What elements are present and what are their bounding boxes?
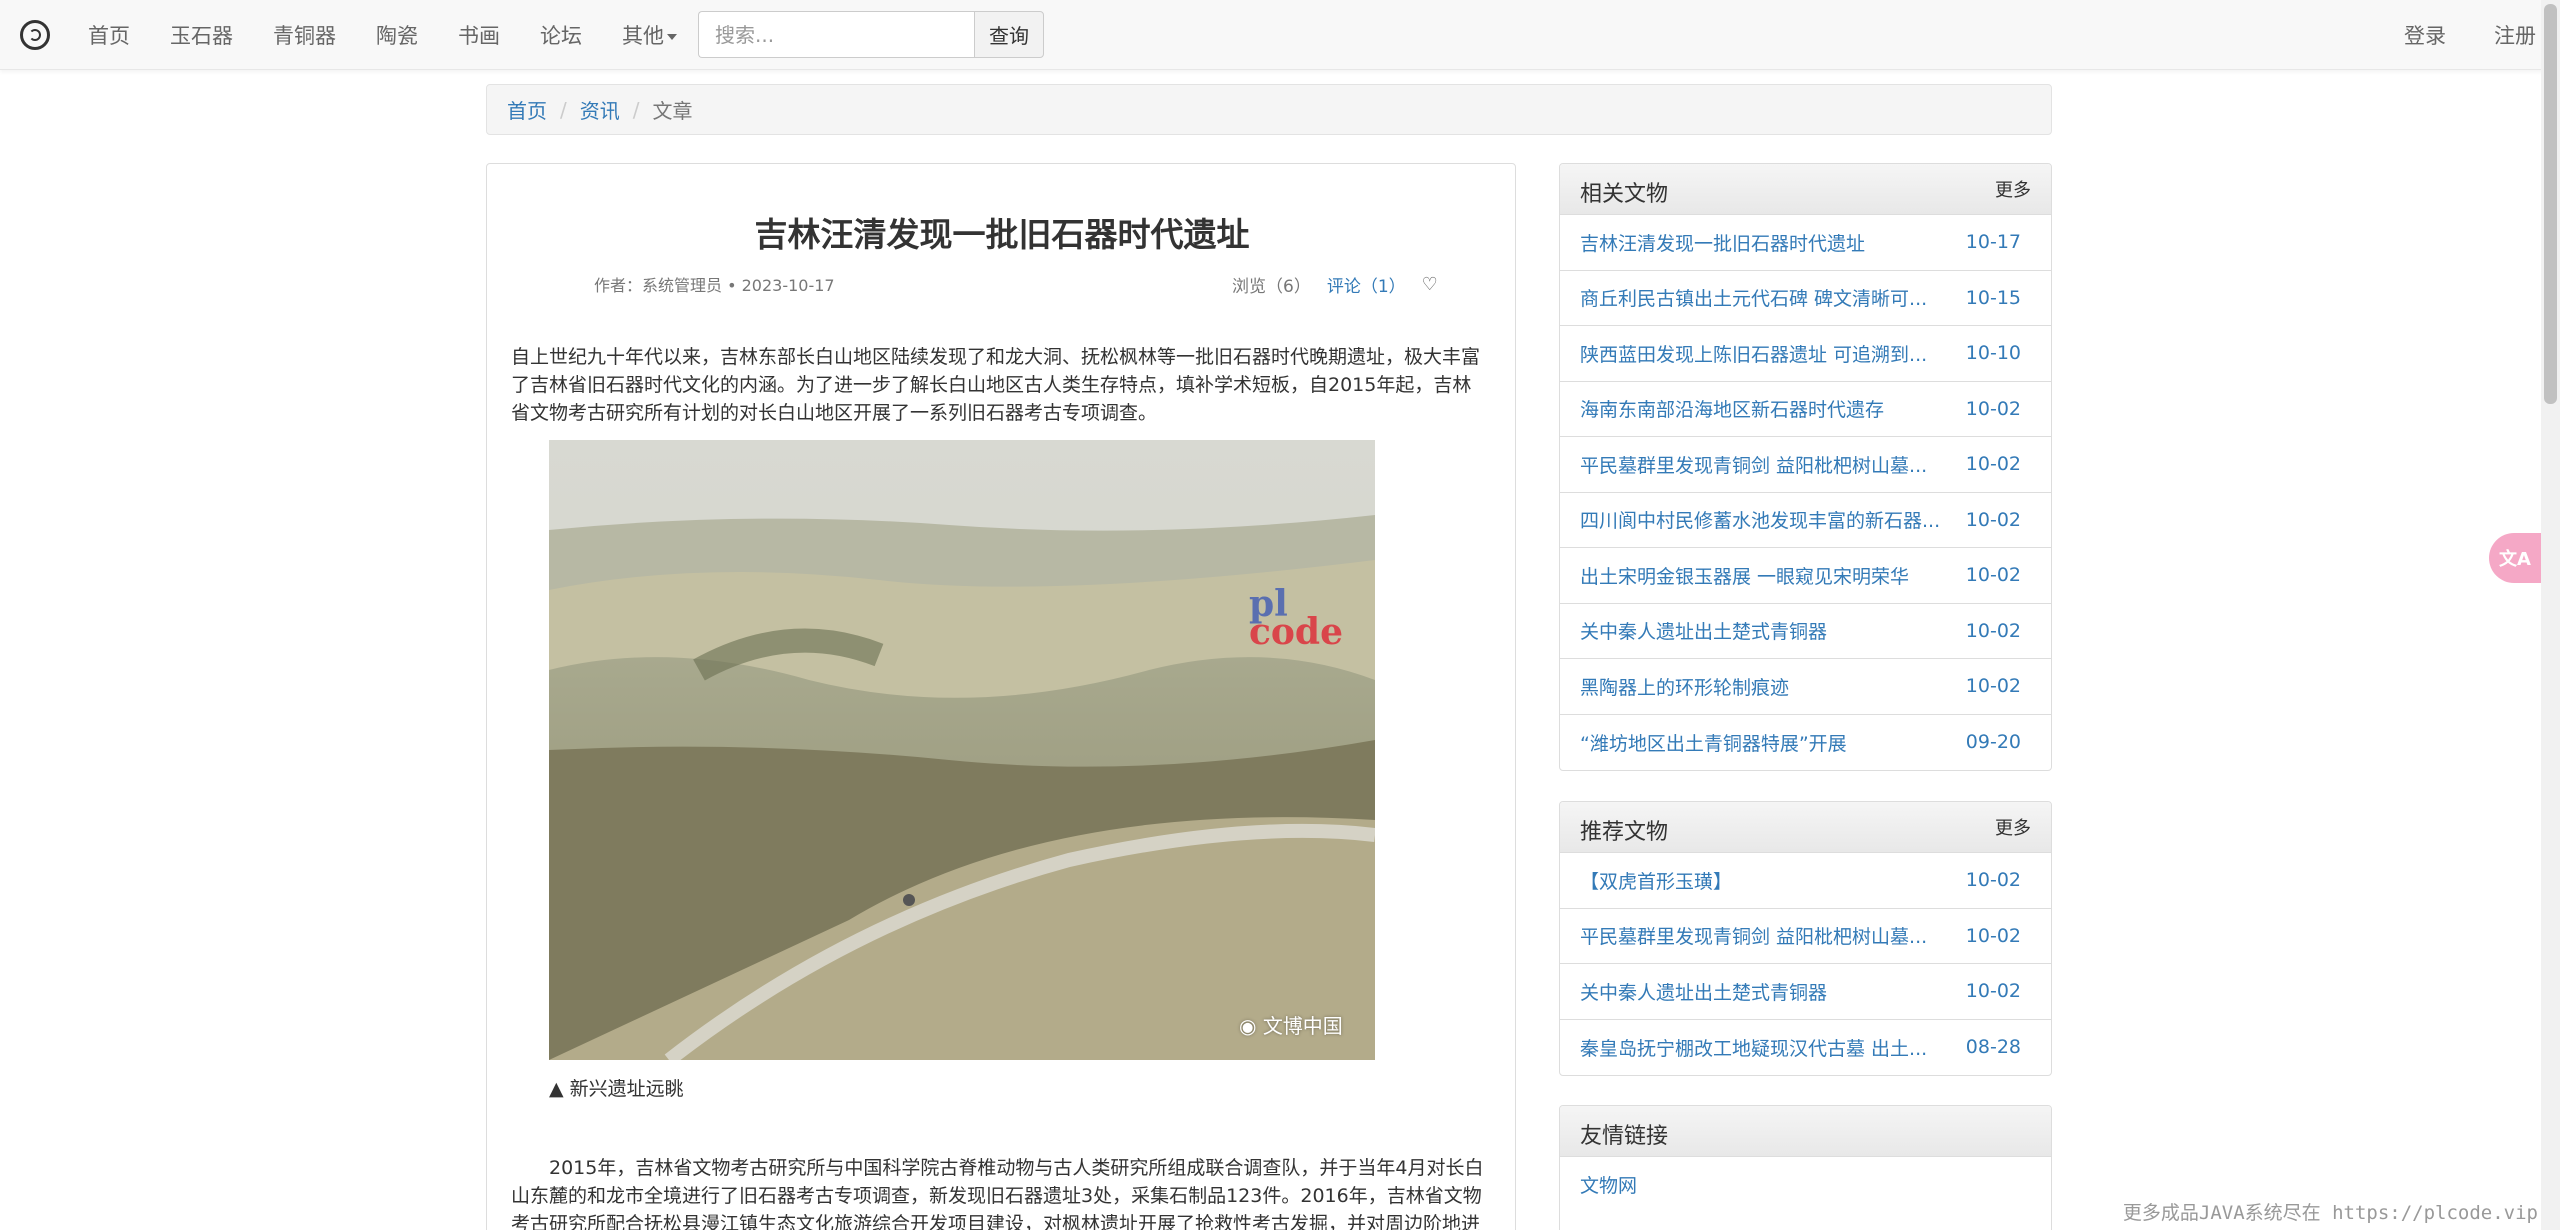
article-photo: pl code ◉ 文博中国: [549, 440, 1375, 1060]
photo-watermark: ◉ 文博中国: [1239, 1014, 1343, 1038]
list-item[interactable]: “潍坊地区出土青铜器特展”开展 09-20: [1560, 715, 2051, 771]
photo-caption: ▲ 新兴遗址远眺: [549, 1078, 684, 1100]
nav-forum[interactable]: 论坛: [540, 20, 582, 50]
article-author-date: 作者：系统管理员 • 2023-10-17: [594, 276, 835, 295]
recommended-artifacts-panel: 推荐文物 更多 【双虎首形玉璜】 10-02 平民墓群里发现青铜剑 益阳枇杷树山墓…: [1559, 801, 2052, 1076]
auth-links: 登录 注册: [2356, 0, 2536, 70]
list-item[interactable]: 吉林汪清发现一批旧石器时代遗址 10-17: [1560, 215, 2051, 271]
nav-painting[interactable]: 书画: [458, 20, 500, 50]
list-item[interactable]: 【双虎首形玉璜】 10-02: [1560, 853, 2051, 909]
panel-header: 推荐文物 更多: [1560, 802, 2051, 853]
article-stats: 浏览（6） 评论（1） ♡: [1232, 272, 1438, 297]
translate-icon: 文A: [2499, 549, 2531, 570]
breadcrumb-separator: /: [560, 97, 567, 122]
comment-link[interactable]: 评论（1）: [1327, 272, 1406, 297]
list-item[interactable]: 陕西蓝田发现上陈旧石器遗址 可追溯到... 10-10: [1560, 326, 2051, 382]
scrollbar-thumb[interactable]: [2544, 4, 2557, 404]
login-link[interactable]: 登录: [2404, 20, 2446, 50]
search-input[interactable]: [698, 11, 974, 58]
article-paragraph: 2015年，吉林省文物考古研究所与中国科学院古脊椎动物与古人类研究所组成联合调查…: [511, 1157, 1484, 1230]
panel-title: 推荐文物: [1580, 820, 1669, 845]
translate-button[interactable]: 文A: [2489, 533, 2541, 583]
wechat-icon: ◉: [1239, 1014, 1263, 1038]
panel-header: 相关文物 更多: [1560, 164, 2051, 215]
view-count: 浏览（6）: [1232, 277, 1311, 297]
landscape-photo: [549, 440, 1375, 1060]
nav-bronze[interactable]: 青铜器: [273, 20, 336, 50]
list-item[interactable]: 关中秦人遗址出土楚式青铜器 10-02: [1560, 604, 2051, 659]
list-item[interactable]: 四川阆中村民修蓄水池发现丰富的新石器... 10-02: [1560, 493, 2051, 548]
nav-ceramics[interactable]: 陶瓷: [376, 20, 418, 50]
site-logo-icon[interactable]: [20, 20, 50, 50]
list-item[interactable]: 秦皇岛抚宁棚改工地疑现汉代古墓 出土... 08-28: [1560, 1020, 2051, 1076]
friend-links-panel: 友情链接 文物网: [1559, 1105, 2052, 1230]
caret-down-icon: [667, 34, 677, 40]
breadcrumb-home[interactable]: 首页: [507, 95, 547, 124]
breadcrumb: 首页 / 资讯 / 文章: [486, 84, 2052, 135]
register-link[interactable]: 注册: [2494, 20, 2536, 50]
nav-jade[interactable]: 玉石器: [170, 20, 233, 50]
nav-other-dropdown[interactable]: 其他: [622, 20, 677, 50]
nav-menu: 首页 玉石器 青铜器 陶瓷 书画 论坛 其他: [88, 0, 717, 70]
related-artifacts-panel: 相关文物 更多 吉林汪清发现一批旧石器时代遗址 10-17 商丘利民古镇出土元代石…: [1559, 163, 2052, 771]
breadcrumb-current: 文章: [652, 99, 693, 123]
list-item[interactable]: 黑陶器上的环形轮制痕迹 10-02: [1560, 659, 2051, 715]
list-item[interactable]: 平民墓群里发现青铜剑 益阳枇杷树山墓... 10-02: [1560, 909, 2051, 964]
panel-title: 相关文物: [1580, 182, 1669, 207]
list-item[interactable]: 关中秦人遗址出土楚式青铜器 10-02: [1560, 964, 2051, 1020]
nav-home[interactable]: 首页: [88, 20, 130, 50]
list-item[interactable]: 平民墓群里发现青铜剑 益阳枇杷树山墓... 10-02: [1560, 437, 2051, 493]
heart-icon[interactable]: ♡: [1422, 274, 1438, 295]
top-navbar: 首页 玉石器 青铜器 陶瓷 书画 论坛 其他 查询 登录 注册: [0, 0, 2560, 70]
article-title: 吉林汪清发现一批旧石器时代遗址: [754, 215, 1250, 254]
list-item[interactable]: 出土宋明金银玉器展 一眼窥见宋明荣华 10-02: [1560, 548, 2051, 604]
plcode-watermark-logo: pl code: [1249, 583, 1344, 653]
breadcrumb-news[interactable]: 资讯: [580, 95, 620, 124]
article-paragraph: 自上世纪九十年代以来，吉林东部长白山地区陆续发现了和龙大洞、抚松枫林等一批旧石器…: [511, 346, 1481, 424]
panel-title: 友情链接: [1580, 1124, 1669, 1149]
list-item[interactable]: 文物网: [1560, 1157, 2051, 1213]
search-form: 查询: [698, 11, 1044, 58]
article-panel: 吉林汪清发现一批旧石器时代遗址 作者：系统管理员 • 2023-10-17 浏览…: [486, 163, 1516, 1230]
breadcrumb-separator: /: [632, 97, 640, 122]
page-scrollbar[interactable]: [2541, 0, 2560, 1230]
search-button[interactable]: 查询: [974, 11, 1044, 58]
list-item[interactable]: 海南东南部沿海地区新石器时代遗存 10-02: [1560, 382, 2051, 437]
more-link[interactable]: 更多: [1995, 176, 2031, 202]
list-item[interactable]: 商丘利民古镇出土元代石碑 碑文清晰可... 10-15: [1560, 271, 2051, 326]
footer-note: 更多成品JAVA系统尽在 https://plcode.vip: [2122, 1202, 2538, 1224]
panel-header: 友情链接: [1560, 1106, 2051, 1157]
more-link[interactable]: 更多: [1995, 814, 2031, 840]
nav-other-label: 其他: [622, 24, 664, 48]
